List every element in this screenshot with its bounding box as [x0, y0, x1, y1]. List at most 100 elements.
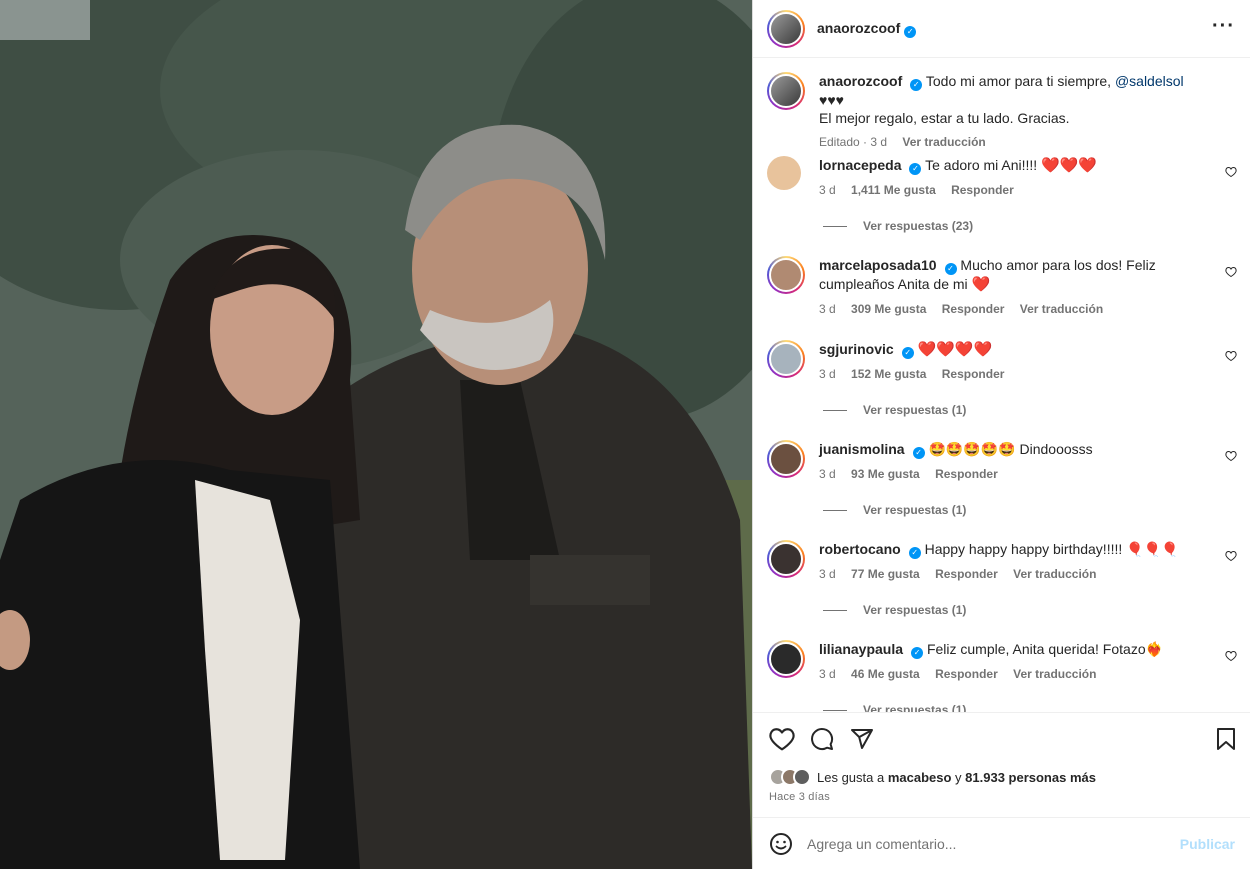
comment-like-heart-icon[interactable]	[1225, 450, 1237, 462]
post-header: anaorozcoof ✓ ···	[753, 0, 1250, 58]
comment-emoji: ❤️‍🔥	[1145, 641, 1164, 657]
verified-badge-icon: ✓	[944, 263, 957, 275]
comment-time: 3 d	[819, 367, 836, 381]
post-photo-illustration	[0, 0, 752, 869]
verified-badge-icon: ✓	[912, 447, 925, 459]
view-replies-button[interactable]: Ver respuestas (1)	[823, 503, 966, 517]
view-replies-label[interactable]: Ver respuestas (1)	[863, 503, 966, 517]
verified-badge-icon: ✓	[911, 647, 924, 659]
like-heart-icon[interactable]	[769, 727, 795, 751]
comment-likes[interactable]: 46 Me gusta	[851, 667, 920, 681]
view-replies-button[interactable]: Ver respuestas (1)	[823, 403, 966, 417]
comment-likes[interactable]: 1,411 Me gusta	[851, 183, 936, 197]
comment-time: 3 d	[819, 567, 836, 581]
view-replies-label[interactable]: Ver respuestas (23)	[863, 219, 973, 233]
comment-icon[interactable]	[810, 727, 834, 751]
comment-time: 3 d	[819, 667, 836, 681]
commenter-username[interactable]: marcelaposada10	[819, 257, 937, 273]
likes-summary[interactable]: Les gusta a macabeso y 81.933 personas m…	[769, 768, 1096, 786]
caption-mention[interactable]: @saldelsol	[1115, 73, 1184, 89]
commenter-username[interactable]: robertocano	[819, 541, 901, 557]
post-side-panel: anaorozcoof ✓ ··· anaorozcoof ✓ Todo mi am…	[752, 0, 1250, 869]
replies-divider	[823, 225, 847, 227]
verified-badge-icon: ✓	[901, 347, 914, 359]
view-replies-label[interactable]: Ver respuestas (1)	[863, 603, 966, 617]
comment-like-heart-icon[interactable]	[1225, 550, 1237, 562]
author-username[interactable]: anaorozcoof	[817, 20, 900, 36]
verified-badge-icon: ✓	[910, 79, 923, 91]
commenter-avatar[interactable]	[767, 256, 805, 294]
comment-like-heart-icon[interactable]	[1225, 266, 1237, 278]
comment-emoji: ❤️❤️❤️	[1041, 157, 1098, 174]
caption-line-2: El mejor regalo, estar a tu lado. Gracia…	[819, 110, 1070, 126]
view-replies-button[interactable]: Ver respuestas (23)	[823, 219, 973, 233]
comment-emoji: ❤️❤️❤️❤️	[917, 341, 993, 358]
author-avatar[interactable]	[767, 9, 805, 48]
comment-text: Feliz cumple, Anita querida! Fotazo	[926, 641, 1146, 657]
translate-link[interactable]: Ver traducción	[1013, 667, 1096, 681]
commenter-avatar[interactable]	[767, 440, 805, 478]
commenter-avatar[interactable]	[767, 540, 805, 578]
view-replies-button[interactable]: Ver respuestas (1)	[823, 603, 966, 617]
replies-divider	[823, 509, 847, 511]
likes-mid: y	[951, 769, 966, 785]
comment-composer: Publicar	[753, 817, 1250, 869]
caption-avatar[interactable]	[767, 72, 805, 110]
publish-button[interactable]: Publicar	[1180, 836, 1235, 852]
caption-text-end: ♥♥♥	[819, 92, 844, 108]
reply-button[interactable]: Responder	[942, 302, 1005, 316]
commenter-username[interactable]: lornacepeda	[819, 157, 901, 173]
reply-button[interactable]: Responder	[935, 667, 998, 681]
commenter-username[interactable]: lilianaypaula	[819, 641, 903, 657]
post-photo[interactable]	[0, 0, 752, 869]
emoji-smiley-icon[interactable]	[769, 832, 793, 856]
commenter-avatar[interactable]	[767, 340, 805, 378]
commenter-avatar[interactable]	[767, 156, 801, 190]
likes-text: Les gusta a macabeso y 81.933 personas m…	[817, 770, 1096, 785]
caption-username[interactable]: anaorozcoof	[819, 73, 902, 89]
reply-button[interactable]: Responder	[935, 567, 998, 581]
comment-emoji: 🤩🤩🤩🤩🤩 Dindooosss	[928, 441, 1093, 457]
commenter-avatar[interactable]	[767, 640, 805, 678]
comment-like-heart-icon[interactable]	[1225, 650, 1237, 662]
caption-time: Editado · 3 d	[819, 135, 888, 149]
translate-link[interactable]: Ver traducción	[1013, 567, 1096, 581]
share-send-icon[interactable]	[850, 727, 874, 751]
caption-text: Todo mi amor para ti siempre,	[925, 73, 1115, 89]
likes-user[interactable]: macabeso	[888, 770, 952, 785]
view-replies-button[interactable]: Ver respuestas (1)	[823, 703, 966, 712]
comment-text: Te adoro mi Ani!!!!	[925, 157, 1042, 173]
author-username-row: anaorozcoof ✓	[817, 20, 917, 38]
caption-translate-link[interactable]: Ver traducción	[902, 135, 985, 149]
commenter-username[interactable]: sgjurinovic	[819, 341, 894, 357]
replies-divider	[823, 709, 847, 711]
post-actions: Les gusta a macabeso y 81.933 personas m…	[753, 712, 1250, 817]
comment-likes[interactable]: 77 Me gusta	[851, 567, 920, 581]
translate-link[interactable]: Ver traducción	[1020, 302, 1103, 316]
likes-prefix: Les gusta a	[817, 769, 888, 785]
comment-like-heart-icon[interactable]	[1225, 166, 1237, 178]
comment-like-heart-icon[interactable]	[1225, 350, 1237, 362]
view-replies-label[interactable]: Ver respuestas (1)	[863, 403, 966, 417]
replies-divider	[823, 409, 847, 411]
save-bookmark-icon[interactable]	[1215, 727, 1237, 751]
comment-input[interactable]	[807, 835, 1167, 852]
likes-count[interactable]: 81.933 personas más	[965, 770, 1096, 785]
reply-button[interactable]: Responder	[935, 467, 998, 481]
comment-likes[interactable]: 93 Me gusta	[851, 467, 920, 481]
liker-avatar	[793, 768, 811, 786]
comment-text: Happy happy happy birthday!!!!!	[924, 541, 1127, 557]
replies-divider	[823, 609, 847, 611]
comment-likes[interactable]: 152 Me gusta	[851, 367, 926, 381]
view-replies-label[interactable]: Ver respuestas (1)	[863, 703, 966, 712]
reply-button[interactable]: Responder	[942, 367, 1005, 381]
comment-likes[interactable]: 309 Me gusta	[851, 302, 926, 316]
verified-badge-icon: ✓	[909, 163, 922, 175]
reply-button[interactable]: Responder	[951, 183, 1014, 197]
verified-badge-icon: ✓	[904, 25, 917, 38]
post-time-ago: Hace 3 días	[769, 791, 830, 803]
comments-list[interactable]: anaorozcoof ✓ Todo mi amor para ti siempr…	[753, 58, 1250, 712]
comment-emoji: ❤️	[971, 276, 991, 293]
commenter-username[interactable]: juanismolina	[819, 441, 905, 457]
more-options-icon[interactable]: ···	[1212, 16, 1235, 36]
